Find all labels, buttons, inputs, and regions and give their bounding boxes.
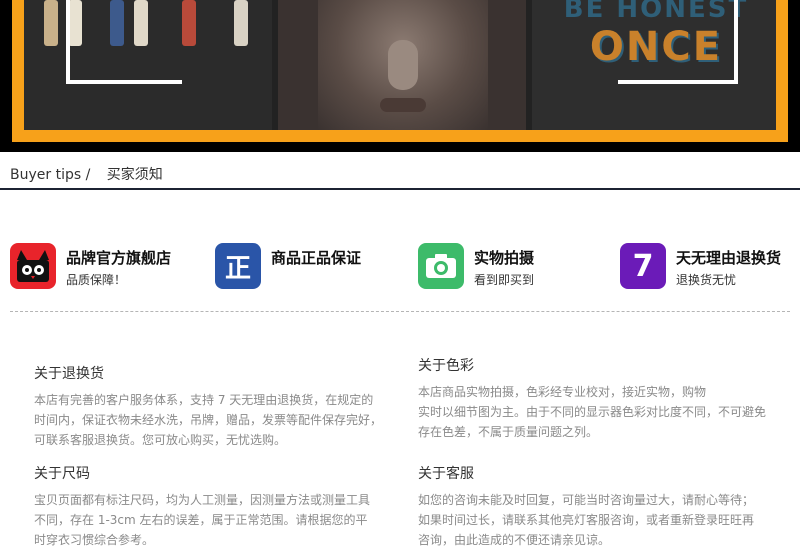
genuine-icon: 正: [215, 243, 261, 289]
policy-title: 关于退换货: [34, 366, 104, 382]
feature-subtitle: 看到即买到: [474, 273, 535, 287]
feature-seven-day-return: 7 天无理由退换货 退换货无忧: [620, 238, 798, 294]
feature-real-photos: 实物拍摄 看到即买到: [418, 238, 598, 294]
camera-icon: [418, 243, 464, 289]
frame-corner-right: [618, 0, 738, 84]
section-title: Buyer tips / 买家须知: [10, 164, 163, 184]
dashed-divider: [10, 311, 790, 312]
policy-text: 本店有完善的客户服务体系，支持 7 天无理由退换货，在规定的 时间内，保证衣物未…: [34, 393, 383, 447]
policy-returns: 关于退换货 本店有完善的客户服务体系，支持 7 天无理由退换货，在规定的 时间内…: [34, 364, 394, 450]
feature-title: 天无理由退换货: [676, 249, 782, 267]
banner-images: BE HONEST ONCE: [24, 0, 776, 130]
policy-text: 宝贝页面都有标注尺码，均为人工测量，因测量方法或测量工具 不同，存在 1-3cm…: [34, 493, 371, 547]
feature-title: 商品正品保证: [271, 249, 362, 267]
policy-title: 关于色彩: [418, 358, 474, 374]
section-title-chinese: 买家须知: [106, 167, 163, 183]
feature-flagship-store: 品牌官方旗舰店 品质保障！: [10, 238, 200, 294]
policy-title: 关于客服: [418, 466, 474, 482]
section-title-english: Buyer tips /: [10, 167, 91, 183]
policy-text: 本店商品实物拍摄，色彩经专业校对，接近实物，购物 实时以细节图为主。由于不同的显…: [418, 385, 767, 439]
policy-service: 关于客服 如您的咨询未能及时回复，可能当时咨询量过大，请耐心等待； 如果时间过长…: [418, 464, 778, 550]
section-header: Buyer tips / 买家须知: [0, 152, 800, 190]
promo-banner: BE HONEST ONCE: [0, 0, 800, 152]
guarantee-row: 品牌官方旗舰店 品质保障！ 正 商品正品保证 实物拍摄 看到即买到 7 天无理由…: [0, 238, 800, 298]
tmall-cat-icon: [10, 243, 56, 289]
feature-subtitle: 退换货无忧: [676, 273, 737, 287]
policy-size: 关于尺码 宝贝页面都有标注尺码，均为人工测量，因测量方法或测量工具 不同，存在 …: [34, 464, 394, 550]
policy-color: 关于色彩 本店商品实物拍摄，色彩经专业校对，接近实物，购物 实时以细节图为主。由…: [418, 356, 778, 442]
policy-text: 如您的咨询未能及时回复，可能当时咨询量过大，请耐心等待； 如果时间过长，请联系其…: [418, 493, 755, 547]
frame-corner-left: [66, 0, 182, 84]
seven-day-icon: 7: [620, 243, 666, 289]
banner-panel-face: [278, 0, 526, 130]
feature-title: 实物拍摄: [474, 249, 535, 267]
feature-subtitle: 品质保障！: [66, 273, 127, 287]
policy-title: 关于尺码: [34, 466, 90, 482]
banner-panel-people: [24, 0, 272, 130]
feature-title: 品牌官方旗舰店: [66, 249, 172, 267]
feature-genuine-guarantee: 正 商品正品保证: [215, 238, 395, 294]
face-illustration: [318, 0, 488, 130]
banner-panel-text: BE HONEST ONCE: [532, 0, 776, 130]
